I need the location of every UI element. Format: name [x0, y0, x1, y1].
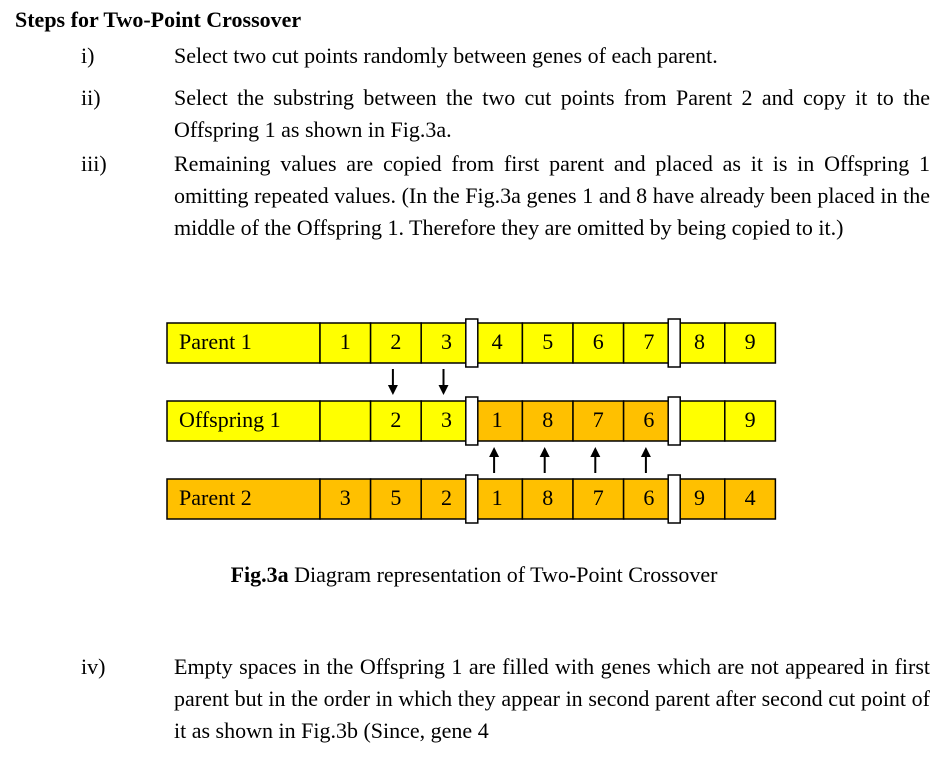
gene-cell — [673, 322, 726, 364]
gene-value: 8 — [542, 485, 554, 510]
step-text: Select two cut points randomly between g… — [174, 43, 718, 68]
gene-cell — [622, 400, 675, 442]
gene-cell — [319, 400, 372, 442]
gene-value: 9 — [693, 485, 705, 510]
gene-cell — [572, 322, 625, 364]
step-number: i) — [81, 43, 95, 68]
gene-cell — [471, 400, 524, 442]
gene-cell — [572, 478, 625, 520]
gene-cell — [420, 400, 473, 442]
gene-cell — [471, 478, 524, 520]
gene-cell — [572, 400, 625, 442]
gene-value: 5 — [390, 485, 402, 510]
step-number: ii) — [81, 85, 101, 110]
gene-value: 6 — [592, 329, 604, 354]
figure-caption-text: Diagram representation of Two-Point Cros… — [288, 562, 718, 587]
figure-number: Fig.3a — [230, 562, 289, 587]
cut-point-marker — [667, 318, 681, 368]
gene-value: 7 — [592, 485, 604, 510]
gene-cell — [471, 322, 524, 364]
step-text: Select the substring between the two cut… — [174, 85, 930, 142]
gene-value: 2 — [390, 329, 402, 354]
gene-value: 1 — [491, 407, 503, 432]
cut-point-marker — [667, 474, 681, 524]
gene-value: 4 — [491, 329, 503, 354]
gene-cell — [369, 478, 422, 520]
document-page: Steps for Two-Point Crossover i) Select … — [0, 0, 948, 762]
gene-value: 6 — [643, 407, 655, 432]
gene-cell — [724, 400, 777, 442]
gene-value: 2 — [440, 485, 452, 510]
cut-point-marker — [667, 396, 681, 446]
gene-cell — [420, 478, 473, 520]
row-label: Offspring 1 — [179, 407, 281, 432]
row-label-cell — [166, 322, 321, 364]
row-label-cell — [166, 478, 321, 520]
step-text: Remaining values are copied from first p… — [174, 151, 930, 240]
arrow-up-head — [539, 447, 550, 457]
cut-point-marker — [465, 474, 479, 524]
step-number: iv) — [81, 654, 106, 679]
gene-value: 7 — [592, 407, 604, 432]
row-label-cell — [166, 400, 321, 442]
gene-value: 8 — [693, 329, 705, 354]
gene-value: 1 — [491, 485, 503, 510]
arrow-up-head — [489, 447, 500, 457]
row-label: Parent 1 — [179, 329, 252, 354]
gene-value: 3 — [440, 407, 452, 432]
cut-point-marker — [465, 396, 479, 446]
arrow-up-head — [590, 447, 601, 457]
gene-cell — [420, 322, 473, 364]
gene-value: 6 — [643, 485, 655, 510]
section-heading: Steps for Two-Point Crossover — [15, 7, 302, 32]
gene-value: 8 — [542, 407, 554, 432]
gene-cell — [724, 322, 777, 364]
gene-value: 5 — [542, 329, 554, 354]
gene-cell — [369, 322, 422, 364]
cut-point-marker — [465, 318, 479, 368]
gene-cell — [319, 322, 372, 364]
gene-cell — [673, 478, 726, 520]
figure-caption: Fig.3a Diagram representation of Two-Poi… — [0, 559, 948, 591]
gene-value: 3 — [440, 329, 452, 354]
step-text: Empty spaces in the Offspring 1 are fill… — [174, 654, 930, 743]
gene-value: 9 — [744, 407, 756, 432]
arrow-down-head — [387, 385, 398, 395]
gene-cell — [319, 478, 372, 520]
step-number: iii) — [81, 151, 107, 176]
gene-value: 2 — [390, 407, 402, 432]
gene-value: 9 — [744, 329, 756, 354]
gene-cell — [673, 400, 726, 442]
gene-value: 7 — [643, 329, 655, 354]
gene-cell — [622, 478, 675, 520]
gene-cell — [521, 478, 574, 520]
row-label: Parent 2 — [179, 485, 252, 510]
gene-cell — [521, 322, 574, 364]
arrow-down-head — [438, 385, 449, 395]
gene-value: 4 — [744, 485, 756, 510]
gene-cell — [622, 322, 675, 364]
gene-value: 1 — [339, 329, 351, 354]
gene-value: 3 — [339, 485, 351, 510]
arrow-up-head — [640, 447, 651, 457]
gene-cell — [724, 478, 777, 520]
gene-cell — [369, 400, 422, 442]
gene-cell — [521, 400, 574, 442]
